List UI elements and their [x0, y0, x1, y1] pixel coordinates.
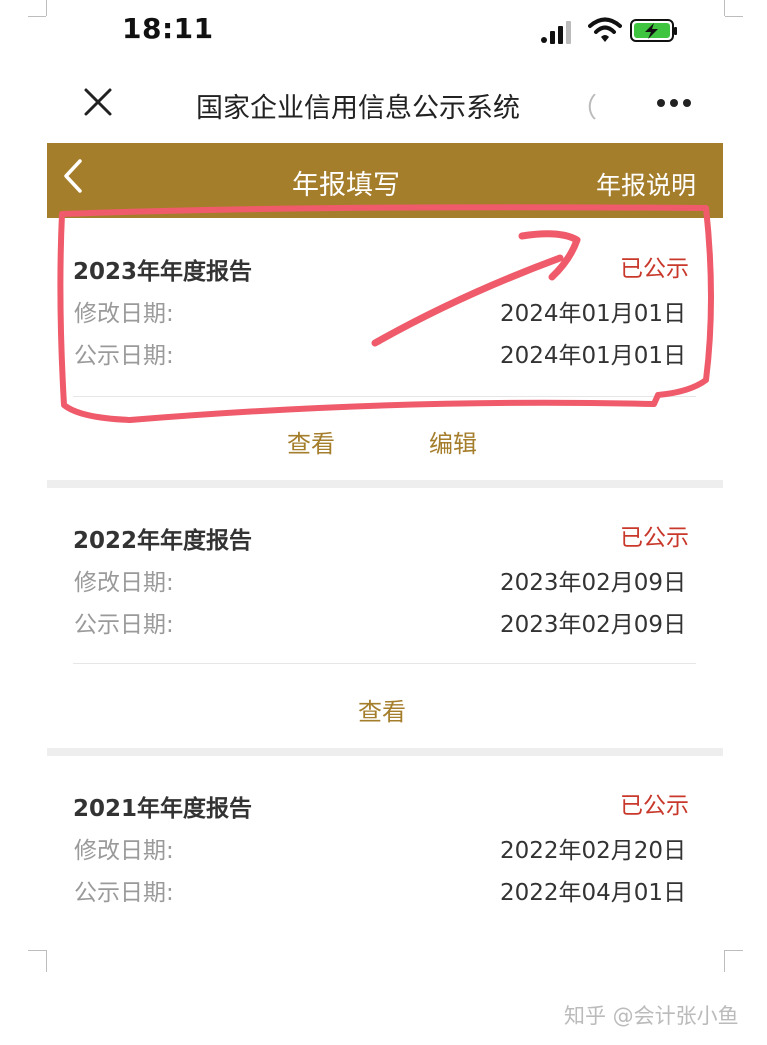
crop-mark: [725, 950, 743, 951]
crop-mark: [724, 950, 725, 972]
status-badge: 已公示: [620, 793, 689, 819]
crop-mark: [28, 16, 46, 17]
status-badge: 已公示: [620, 256, 689, 282]
modified-date-label: 修改日期:: [74, 301, 174, 327]
annotation-arrow-head: [518, 230, 581, 281]
battery-charging-icon: [630, 19, 677, 42]
modified-date-value: 2024年01月01日: [500, 301, 687, 327]
report-title: 2021年年度报告: [73, 796, 253, 822]
published-date-value: 2022年04月01日: [500, 880, 687, 906]
close-icon[interactable]: [82, 86, 114, 118]
crop-mark: [46, 950, 47, 972]
crop-mark: [724, 0, 725, 16]
divider: [73, 396, 696, 397]
section-separator: [47, 748, 723, 756]
crop-mark: [725, 16, 743, 17]
nav-title-overflow: （: [570, 93, 597, 124]
modified-date-value: 2023年02月09日: [500, 570, 687, 596]
modified-date-label: 修改日期:: [74, 838, 174, 864]
divider: [73, 663, 696, 664]
nav-title: 国家企业信用信息公示系统: [196, 93, 520, 124]
report-title: 2023年年度报告: [73, 259, 253, 285]
crop-mark: [28, 950, 46, 951]
published-date-label: 公示日期:: [74, 343, 174, 369]
status-time: 18:11: [122, 12, 214, 45]
crop-mark: [46, 0, 47, 16]
published-date-label: 公示日期:: [74, 880, 174, 906]
watermark: 知乎 @会计张小鱼: [564, 1004, 739, 1028]
report-instructions-link[interactable]: 年报说明: [596, 166, 696, 202]
published-date-label: 公示日期:: [74, 612, 174, 638]
wifi-icon: [588, 17, 622, 42]
section-separator: [47, 480, 723, 488]
back-icon[interactable]: [62, 158, 84, 194]
view-button[interactable]: 查看: [358, 692, 406, 727]
view-button[interactable]: 查看: [287, 424, 335, 459]
published-date-value: 2023年02月09日: [500, 612, 687, 638]
modified-date-value: 2022年02月20日: [500, 838, 687, 864]
report-title: 2022年年度报告: [73, 528, 253, 554]
edit-button[interactable]: 编辑: [429, 424, 477, 459]
published-date-value: 2024年01月01日: [500, 343, 687, 369]
modified-date-label: 修改日期:: [74, 570, 174, 596]
page-title: 年报填写: [292, 170, 400, 201]
status-badge: 已公示: [620, 525, 689, 551]
more-icon[interactable]: [656, 98, 692, 108]
status-icons: [540, 16, 685, 46]
